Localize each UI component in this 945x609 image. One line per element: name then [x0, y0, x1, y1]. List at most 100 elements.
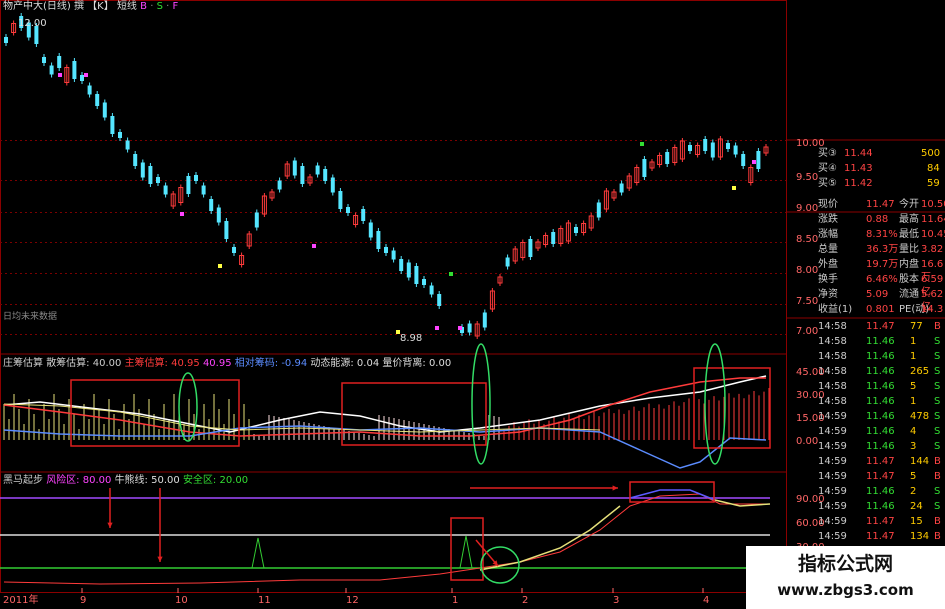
candle-body	[42, 57, 46, 63]
tick-price: 11.46	[866, 411, 895, 422]
stock-title: 物产中大(日线)	[3, 1, 71, 12]
quote-stat-row: 外盘 19.7万 内盘 16.6万	[786, 258, 945, 283]
candle-body	[505, 257, 510, 267]
candle-body	[323, 169, 328, 181]
candle-body	[232, 247, 236, 253]
stat-value: 11.47	[866, 199, 895, 210]
watermark-url: www.zbgs3.com	[777, 581, 914, 599]
candle-body	[57, 56, 62, 68]
candle-body	[376, 231, 381, 249]
stat-value: 14.3	[921, 304, 944, 315]
candle-body	[596, 202, 601, 218]
candle-body	[642, 159, 647, 177]
tick-side: B	[934, 321, 941, 332]
stat-label: 外盘	[818, 259, 838, 270]
annotation-ellipse	[178, 372, 198, 442]
date-axis-label: 11	[258, 595, 271, 606]
menu-sketch[interactable]: 撰	[74, 1, 84, 12]
stat-value: 11.64	[921, 214, 945, 225]
signal-markers	[58, 73, 756, 334]
tick-price: 11.46	[866, 486, 895, 497]
signal-marker	[180, 212, 184, 216]
stat-value: 5.09	[866, 289, 889, 300]
quote-stat-row: 净资 5.09 流通 5.62亿	[786, 288, 945, 313]
date-axis-label: 1	[452, 595, 459, 606]
candle-body	[422, 279, 426, 285]
candle-body	[551, 232, 556, 244]
tick-side: S	[934, 486, 941, 497]
price-candles	[4, 13, 769, 339]
signal-marker	[58, 73, 62, 77]
candle-body	[300, 166, 305, 184]
tick-side: B	[934, 471, 941, 482]
quote-stat-row: 收益(1) 0.801 PE(动) 14.3	[786, 303, 945, 316]
ind1-name[interactable]: 庄筹估算	[3, 358, 43, 369]
signal-marker	[458, 326, 462, 330]
signal-marker	[752, 160, 756, 164]
date-axis-label: 2	[522, 595, 529, 606]
flag-b: B	[140, 1, 147, 12]
bid-row: 买④ 11.43 84	[786, 162, 945, 175]
tick-price: 11.46	[866, 441, 895, 452]
quote-stat-row: 总量 36.3万 量比 3.82	[786, 243, 945, 256]
stat-value: 8.31%	[866, 229, 898, 240]
stat-label: 总量	[818, 244, 838, 255]
tick-side: S	[934, 411, 941, 422]
stat-value: 10.45	[921, 229, 945, 240]
date-axis-label: 9	[80, 595, 87, 606]
tick-volume: 77	[910, 321, 923, 332]
stat-label: 今开	[899, 199, 919, 210]
tick-price: 11.47	[866, 516, 895, 527]
tick-row: 14:59 11.47 15 B	[786, 515, 945, 528]
tick-volume: 144	[910, 456, 930, 467]
tick-price: 11.46	[866, 366, 895, 377]
tick-time: 14:58	[818, 381, 847, 392]
price-low-label: 8.98	[400, 333, 423, 344]
price-high-label: 12.00	[18, 18, 47, 29]
signal-marker	[732, 186, 736, 190]
candle-body	[194, 175, 198, 181]
tick-side: B	[934, 516, 941, 527]
date-axis-label: 10	[175, 595, 188, 606]
chart-frame	[0, 0, 787, 593]
stat-value: 19.7万	[866, 259, 899, 270]
tick-side: S	[934, 366, 941, 377]
signal-marker	[312, 244, 316, 248]
quote-stat-row: 涨幅 8.31%最低10.45	[786, 228, 945, 241]
tick-volume: 5	[910, 381, 917, 392]
menu-kline[interactable]: 【K】	[87, 1, 114, 12]
date-axis-label: 12	[346, 595, 359, 606]
stat-label: 收益(1)	[818, 304, 853, 315]
quote-panel: 买③ 11.44 500 买④ 11.43 84 买⑤ 11.42 59 现价 1…	[786, 140, 945, 609]
tick-time: 14:59	[818, 516, 847, 527]
watermark: 指标公式网 www.zbgs3.com	[746, 546, 945, 609]
tick-volume: 265	[910, 366, 930, 377]
tick-row: 14:59 11.46 4 S	[786, 425, 945, 438]
tick-volume: 15	[910, 516, 923, 527]
stat-value: 0.88	[866, 214, 889, 225]
candle-body	[368, 222, 373, 238]
bid-row: 买⑤ 11.42 59	[786, 177, 945, 190]
annotation-box	[450, 517, 484, 581]
tick-row: 14:59 11.47 144 B	[786, 455, 945, 468]
candle-body	[4, 37, 8, 43]
tick-row: 14:59 11.46 3 S	[786, 440, 945, 453]
annotation-arrowhead	[157, 556, 163, 562]
bid-volume: 500	[921, 148, 941, 159]
candle-body	[201, 185, 206, 195]
ind1-main-chips: 主筹估算: 40.95	[124, 358, 200, 369]
dark-horse-header: 黑马起步 风险区: 80.00 牛熊线: 50.00 安全区: 20.00	[3, 475, 248, 487]
tick-time: 14:58	[818, 321, 847, 332]
ind2-name[interactable]: 黑马起步	[3, 475, 43, 486]
candle-body	[148, 166, 153, 184]
candle-body	[330, 177, 335, 193]
candle-body	[140, 162, 145, 178]
ind2-bull-bear-line: 牛熊线: 50.00	[114, 475, 180, 486]
tick-volume: 2	[910, 486, 917, 497]
menu-shortline[interactable]: 短线	[117, 1, 137, 12]
tick-row: 14:58 11.46 1 S	[786, 335, 945, 348]
tick-row: 14:58 11.47 77 B	[786, 320, 945, 333]
candle-body	[102, 102, 107, 118]
candle-body	[224, 221, 229, 239]
bid-volume: 59	[927, 178, 940, 189]
